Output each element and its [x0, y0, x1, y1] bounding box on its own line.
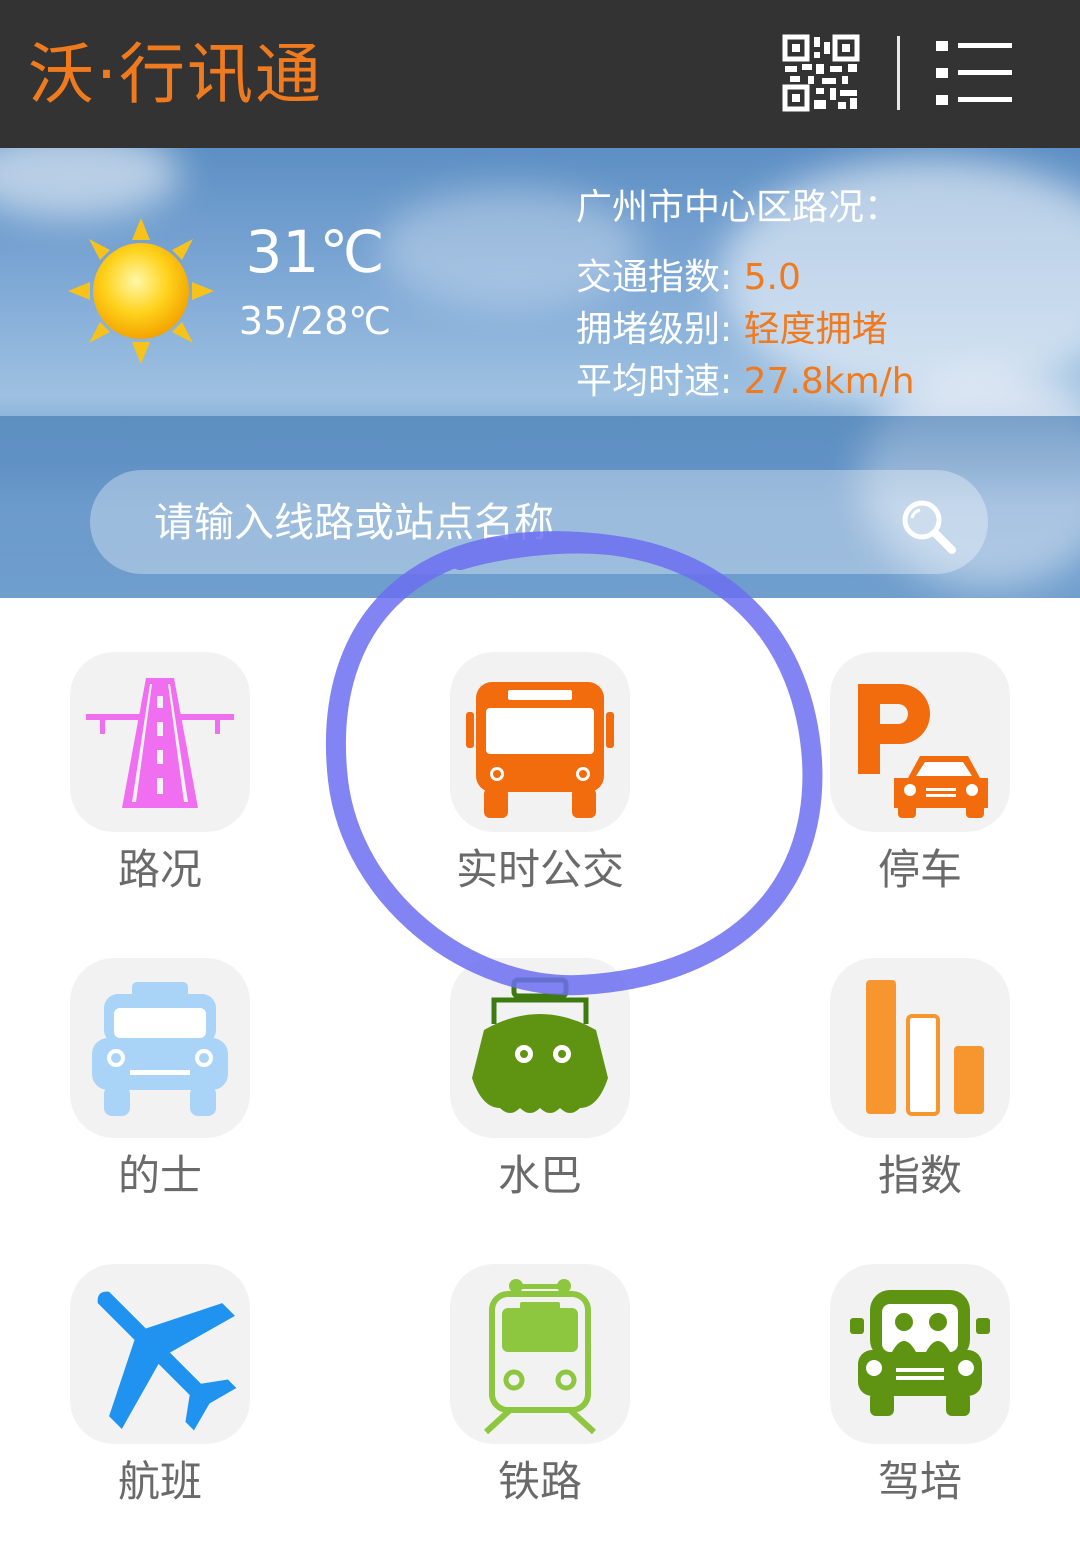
road-icon: [86, 678, 234, 808]
congestion-level-row: 拥堵级别: 轻度拥堵: [576, 306, 888, 354]
grid-item-taxi[interactable]: [70, 958, 250, 1138]
grid-label-index: 指数: [877, 1151, 962, 1200]
train-icon: [483, 1279, 597, 1435]
sun-icon: [66, 216, 216, 366]
temperature-range: 35/28℃: [238, 299, 392, 343]
toolbar-divider: [897, 36, 900, 110]
search-bar: [90, 470, 988, 576]
average-speed-row: 平均时速: 27.8km/h: [576, 358, 915, 406]
traffic-index-value: 5.0: [743, 257, 801, 298]
bar-chart-icon: [866, 980, 984, 1116]
app-title: 沃·行讯通: [28, 36, 323, 113]
parking-icon: [858, 684, 988, 818]
grid-label-taxi: 的士: [117, 1151, 202, 1200]
grid-item-water-bus[interactable]: [450, 958, 630, 1138]
top-bar: 沃·行讯通: [0, 0, 1080, 148]
current-temperature: 31℃: [245, 218, 385, 286]
driving-school-icon: [850, 1290, 990, 1416]
taxi-icon: [92, 982, 228, 1116]
grid-label-water-bus: 水巴: [497, 1151, 582, 1200]
grid-label-flights: 航班: [117, 1457, 202, 1506]
traffic-title: 广州市中心区路况：: [576, 187, 901, 228]
grid-item-realtime-bus[interactable]: [450, 652, 630, 832]
average-speed-label: 平均时速:: [576, 361, 733, 402]
search-input[interactable]: [152, 470, 876, 576]
ferry-icon: [472, 977, 608, 1113]
menu-icon[interactable]: [934, 38, 1014, 108]
grid-item-railway[interactable]: [450, 1264, 630, 1444]
qr-code-icon[interactable]: [782, 34, 860, 112]
average-speed-value: 27.8km/h: [743, 361, 915, 402]
grid-item-road-conditions[interactable]: [70, 652, 250, 832]
bus-icon: [466, 682, 614, 818]
traffic-index-label: 交通指数:: [576, 257, 733, 298]
search-icon[interactable]: [900, 498, 956, 554]
airplane-icon: [97, 1291, 237, 1431]
grid-label-road-conditions: 路况: [117, 845, 202, 894]
grid-label-realtime-bus: 实时公交: [455, 845, 624, 894]
grid-item-index[interactable]: [830, 958, 1010, 1138]
grid-label-parking: 停车: [877, 845, 962, 894]
congestion-level-value: 轻度拥堵: [743, 309, 888, 350]
grid-label-railway: 铁路: [497, 1457, 582, 1506]
congestion-level-label: 拥堵级别:: [576, 309, 733, 350]
grid-item-parking[interactable]: [830, 652, 1010, 832]
traffic-index-row: 交通指数: 5.0: [576, 254, 801, 302]
grid-item-flights[interactable]: [70, 1264, 250, 1444]
grid-item-driving-school[interactable]: [830, 1264, 1010, 1444]
grid-label-driving-school: 驾培: [877, 1457, 962, 1506]
